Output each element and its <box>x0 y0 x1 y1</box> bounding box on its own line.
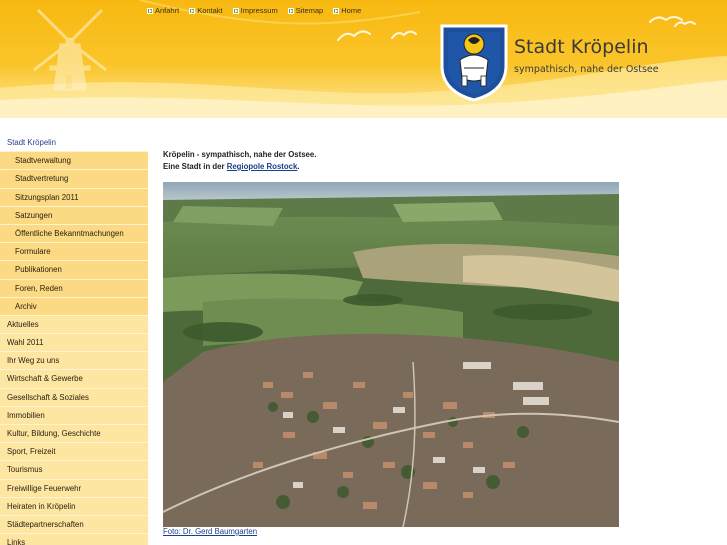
page: Anfahrt Kontakt Impressum Sitemap Home S… <box>0 0 727 545</box>
arrow-right-icon <box>189 7 196 14</box>
sidebar-item-links[interactable]: Links <box>0 534 148 545</box>
arrow-right-icon <box>287 7 294 14</box>
sidebar-spacer <box>0 118 148 134</box>
topnav-home-link[interactable]: Home <box>333 6 361 15</box>
arrow-right-icon <box>333 7 340 14</box>
sidebar-item-stadtvertretung[interactable]: Stadtvertretung <box>0 170 148 189</box>
sidebar-item-immobilien[interactable]: Immobilien <box>0 406 148 425</box>
intro-text: Kröpelin - sympathisch, nahe der Ostsee.… <box>163 149 723 173</box>
site-tagline: sympathisch, nahe der Ostsee <box>514 64 659 75</box>
topnav-kontakt-link[interactable]: Kontakt <box>189 6 223 15</box>
intro-line-2-suffix: . <box>297 162 300 171</box>
topnav-label: Home <box>341 6 362 15</box>
topnav-label: Kontakt <box>197 6 223 15</box>
sidebar-item-stadtverwaltung[interactable]: Stadtverwaltung <box>0 152 148 171</box>
sidebar-item-archiv[interactable]: Archiv <box>0 297 148 316</box>
sidebar-item-wirtschaft[interactable]: Wirtschaft & Gewerbe <box>0 370 148 389</box>
sidebar: Stadt Kröpelin Stadtverwaltung Stadtvert… <box>0 118 148 545</box>
sidebar-item-publikationen[interactable]: Publikationen <box>0 261 148 280</box>
windmill-icon <box>33 8 107 91</box>
arrow-right-icon <box>147 7 153 14</box>
photo-caption-link[interactable]: Foto: Dr. Gerd Baumgarten <box>163 527 257 536</box>
top-navigation: Anfahrt Kontakt Impressum Sitemap Home <box>147 6 361 15</box>
sidebar-item-ihr-weg[interactable]: Ihr Weg zu uns <box>0 352 148 371</box>
site-title: Stadt Kröpelin <box>514 36 649 58</box>
main-content: Kröpelin - sympathisch, nahe der Ostsee.… <box>163 149 723 536</box>
sidebar-item-satzungen[interactable]: Satzungen <box>0 206 148 225</box>
sidebar-item-foren-reden[interactable]: Foren, Reden <box>0 279 148 298</box>
sidebar-item-stadt-kroepelin[interactable]: Stadt Kröpelin <box>0 134 148 153</box>
topnav-anfahrt-link[interactable]: Anfahrt <box>147 6 179 15</box>
header: Anfahrt Kontakt Impressum Sitemap Home S… <box>0 0 727 118</box>
regiopole-rostock-link[interactable]: Regiopole Rostock <box>227 162 298 171</box>
sidebar-item-heiraten[interactable]: Heiraten in Kröpelin <box>0 497 148 516</box>
arrow-right-icon <box>232 7 239 14</box>
sidebar-item-sport[interactable]: Sport, Freizeit <box>0 443 148 462</box>
site-logo[interactable]: Stadt Kröpelin sympathisch, nahe der Ost… <box>436 18 727 104</box>
topnav-label: Anfahrt <box>155 6 180 15</box>
coat-of-arms-icon <box>440 24 508 102</box>
sidebar-item-tourismus[interactable]: Tourismus <box>0 461 148 480</box>
sidebar-item-sitzungsplan[interactable]: Sitzungsplan 2011 <box>0 188 148 207</box>
topnav-label: Sitemap <box>295 6 324 15</box>
aerial-photo <box>163 182 619 527</box>
topnav-impressum-link[interactable]: Impressum <box>232 6 278 15</box>
sidebar-item-staedtepartnerschaften[interactable]: Städtepartnerschaften <box>0 515 148 535</box>
intro-line-2-prefix: Eine Stadt in der <box>163 162 225 171</box>
intro-line-2: Eine Stadt in der Regiopole Rostock. <box>163 161 723 173</box>
topnav-sitemap-link[interactable]: Sitemap <box>287 6 324 15</box>
topnav-label: Impressum <box>240 6 278 15</box>
sidebar-item-feuerwehr[interactable]: Freiwillige Feuerwehr <box>0 479 148 498</box>
intro-line-1: Kröpelin - sympathisch, nahe der Ostsee. <box>163 150 317 159</box>
sidebar-item-kultur[interactable]: Kultur, Bildung, Geschichte <box>0 425 148 444</box>
sidebar-item-bekanntmachungen[interactable]: Öffentliche Bekanntmachungen <box>0 224 148 244</box>
sidebar-item-gesellschaft[interactable]: Gesellschaft & Soziales <box>0 388 148 407</box>
sidebar-item-formulare[interactable]: Formulare <box>0 243 148 262</box>
sidebar-item-aktuelles[interactable]: Aktuelles <box>0 315 148 335</box>
sidebar-item-wahl-2011[interactable]: Wahl 2011 <box>0 334 148 353</box>
